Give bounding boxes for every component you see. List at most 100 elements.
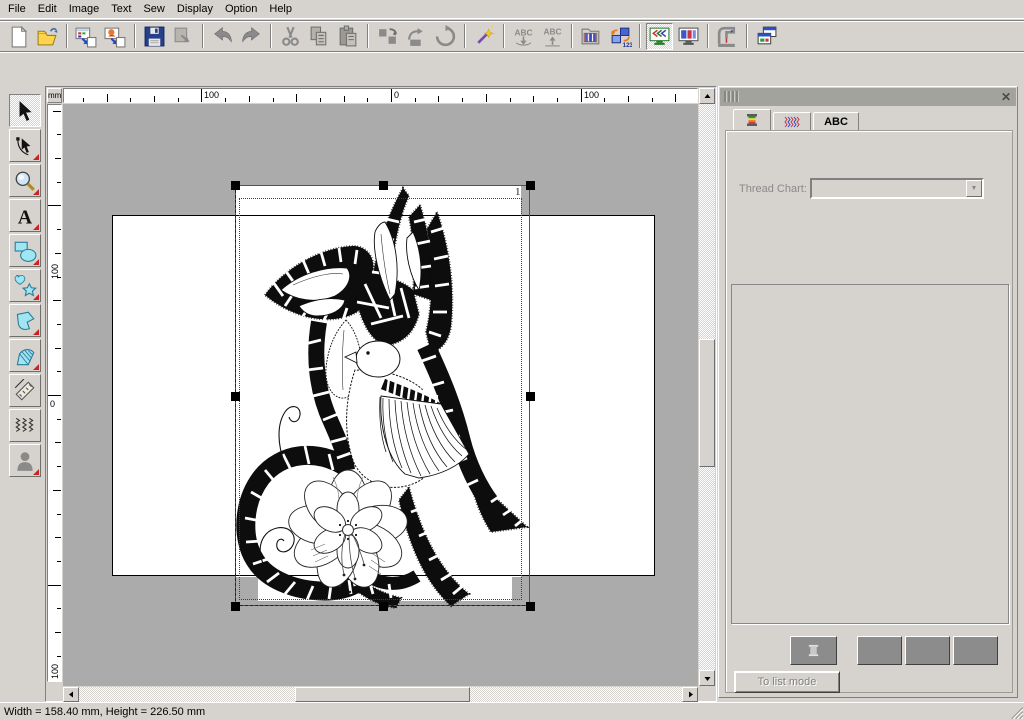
ruler-tick [57,514,61,515]
view-stitch-button[interactable] [646,23,673,50]
resize-grip[interactable] [1010,706,1023,719]
vertical-scrollbar[interactable] [699,88,715,686]
tool-point-edit[interactable] [9,129,41,162]
panel-close-button[interactable]: ✕ [999,90,1013,104]
menu-display[interactable]: Display [171,1,219,18]
toolbar-separator [367,24,369,48]
ruler-tick [57,134,61,135]
ruler-tick [273,98,274,102]
hscroll-thumb[interactable] [295,687,470,702]
tool-stitch-design[interactable] [9,409,41,442]
tool-text[interactable]: A [9,199,41,232]
vscroll-thumb[interactable] [699,339,715,467]
tool-shape-manual[interactable] [9,304,41,337]
flyout-indicator [33,154,39,160]
color-swatch-button-1[interactable] [857,636,902,665]
thread-color-button[interactable] [790,636,837,665]
tab-thread-color[interactable] [733,109,771,131]
panel-titlebar[interactable]: ✕ [720,88,1016,106]
new-document-button[interactable] [5,23,32,50]
fit-text-up-button[interactable]: ABC [539,23,566,50]
cut-button[interactable] [277,23,304,50]
selection-handle[interactable] [231,392,240,401]
view-realistic-button[interactable] [675,23,702,50]
flyout-indicator [33,329,39,335]
ruler-vertical: 1000100 [47,104,62,682]
menu-edit[interactable]: Edit [32,1,63,18]
cascade-windows-button[interactable] [753,23,780,50]
spool-icon [807,644,820,657]
write-card-button[interactable] [170,23,197,50]
scroll-left-button[interactable] [63,687,79,702]
stitch-simulator-button[interactable] [714,23,741,50]
status-bar: Width = 158.40 mm, Height = 226.50 mm [0,702,1024,720]
ruler-tick [249,96,250,102]
menu-help[interactable]: Help [263,1,298,18]
menu-file[interactable]: File [2,1,32,18]
horizontal-scrollbar[interactable] [63,687,698,702]
selection-handle[interactable] [231,181,240,190]
tab-text-attributes[interactable]: ABC [813,112,859,131]
scroll-right-button[interactable] [682,687,698,702]
panel-content-frame: Thread Chart: ▼ To list mode [725,130,1013,693]
open-file-button[interactable] [34,23,61,50]
ruler-tick [57,324,61,325]
selection-handle[interactable] [231,602,240,611]
tool-stitch-design-icon [13,414,37,438]
ruler-tick [55,632,61,633]
tool-shape-fancy[interactable] [9,269,41,302]
selection-handle[interactable] [379,181,388,190]
thread-spool-icon [744,112,760,128]
redo-button[interactable] [238,23,265,50]
color-swatch-button-3[interactable] [953,636,998,665]
tool-shape-basic[interactable] [9,234,41,267]
tool-select[interactable] [9,94,41,127]
fit-text-down-button[interactable]: ABC [510,23,537,50]
flyout-indicator [33,364,39,370]
convert-stitch-button[interactable] [403,23,430,50]
stitch-folder-icon [580,25,603,48]
paste-button[interactable] [335,23,362,50]
ruler-unit-box: mm [47,88,62,103]
menu-image[interactable]: Image [63,1,106,18]
selection-handle[interactable] [526,392,535,401]
scroll-down-button[interactable] [699,670,715,686]
design-canvas[interactable]: 1 [63,104,698,686]
ruler-tick [57,182,61,183]
selection-handle[interactable] [379,602,388,611]
combo-dropdown-button[interactable]: ▼ [966,180,982,197]
tool-measure[interactable] [9,374,41,407]
change-order-button[interactable]: 123 [607,23,634,50]
scroll-up-button[interactable] [699,88,715,104]
tool-zoom[interactable] [9,164,41,197]
undo-button[interactable] [209,23,236,50]
tab-sewing-attributes[interactable] [773,112,811,131]
menu-sew[interactable]: Sew [137,1,170,18]
divide-stitch-button[interactable] [374,23,401,50]
copy-button[interactable] [306,23,333,50]
magic-wand-button[interactable] [471,23,498,50]
color-swatch-button-2[interactable] [905,636,950,665]
import-image-button[interactable] [73,23,100,50]
toolbar-separator [270,24,272,48]
save-button[interactable] [141,23,168,50]
new-document-icon [7,25,30,48]
selection-rect[interactable] [235,185,530,606]
view-stitch-icon [648,25,671,48]
stitch-folder-button[interactable] [578,23,605,50]
thread-chart-combo[interactable]: ▼ [810,178,984,199]
menu-text[interactable]: Text [105,1,137,18]
to-list-mode-button[interactable]: To list mode [734,671,840,693]
sewing-attributes-panel: ✕ ABC Thread Chart: ▼ [718,86,1018,698]
ruler-tick [107,94,108,102]
selection-handle[interactable] [526,602,535,611]
rotate-button[interactable] [432,23,459,50]
ruler-tick [57,656,61,657]
tool-manual-punch[interactable] [9,339,41,372]
selection-handle[interactable] [526,181,535,190]
menu-option[interactable]: Option [219,1,263,18]
toolbar-separator [746,24,748,48]
import-figure-button[interactable] [102,23,129,50]
ruler-tick [57,419,61,420]
tool-portrait[interactable] [9,444,41,477]
